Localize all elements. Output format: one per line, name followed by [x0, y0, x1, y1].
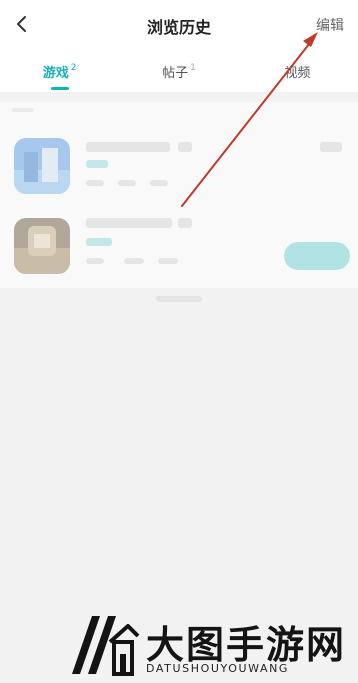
- watermark-title: 大图手游网: [146, 623, 347, 667]
- watermark-logo-icon: [72, 616, 140, 676]
- annotation-arrow: [181, 32, 318, 207]
- watermark-subtitle: DATUSHOUYOUWANG: [146, 662, 290, 675]
